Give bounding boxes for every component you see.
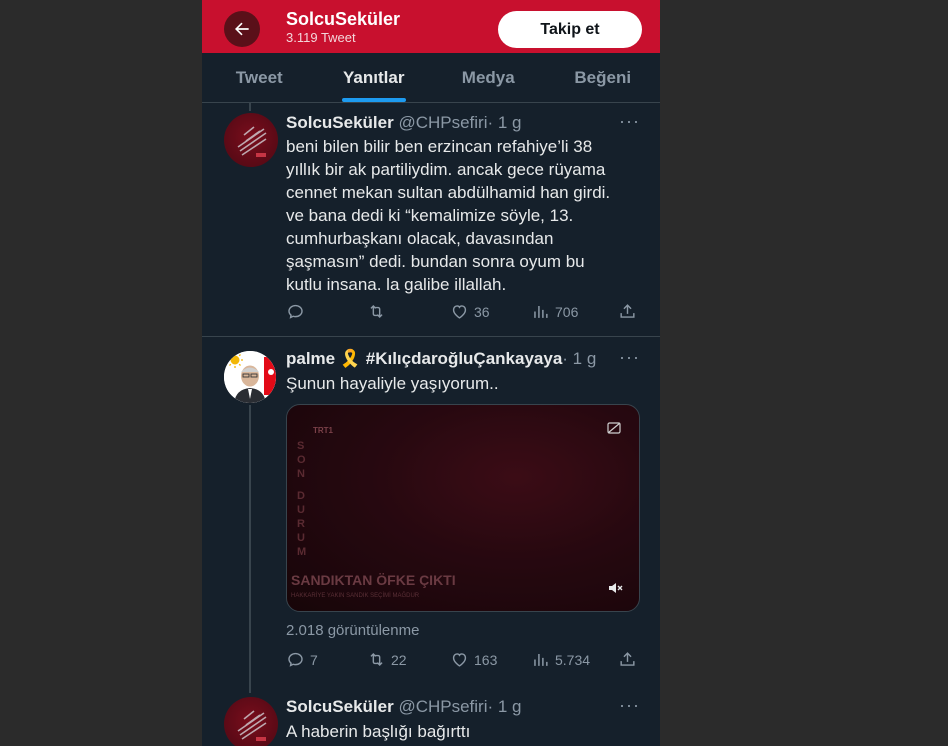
more-options-button[interactable]: ···	[619, 111, 640, 132]
speaker-muted-icon	[609, 583, 623, 593]
tab-media[interactable]: Medya	[431, 53, 546, 102]
retweet-button[interactable]	[367, 302, 391, 321]
reply-button[interactable]: 7	[286, 650, 318, 669]
thread-line	[249, 405, 251, 693]
retweet-count: 22	[391, 651, 407, 668]
profile-name: SolcuSeküler	[286, 9, 401, 29]
tweet-text-line: kutlu insana. la galibe illallah.	[286, 275, 507, 294]
more-options-button[interactable]: ···	[619, 695, 640, 716]
svg-text:R: R	[297, 518, 305, 530]
tab-tweets[interactable]: Tweet	[202, 53, 317, 102]
tweet-time[interactable]: · 1 g	[562, 349, 596, 368]
svg-text:U: U	[297, 532, 305, 544]
retweet-icon	[370, 652, 383, 667]
video-subcaption: HAKKARİYE YAKIN SANDIK SEÇİMİ MAĞDUR	[291, 592, 420, 599]
tweet-time[interactable]: · 1 g	[488, 697, 522, 716]
avatar[interactable]	[224, 351, 276, 403]
tweet-author-line: SolcuSeküler @CHPsefiri· 1 g	[286, 697, 522, 717]
like-count: 163	[474, 651, 498, 668]
tweet-text: Şunun hayaliyle yaşıyorum..	[286, 374, 499, 393]
tab-label: Tweet	[235, 67, 283, 87]
share-icon	[620, 652, 635, 666]
view-count-label: 2.018 görüntülenme	[286, 622, 420, 639]
more-options-button[interactable]: ···	[619, 347, 640, 368]
video-frame: TRT1 SON DUR UM SANDIKTAN ÖFKE ÇIKTI HAK…	[287, 405, 639, 611]
video-player[interactable]: TRT1 SON DUR UM SANDIKTAN ÖFKE ÇIKTI HAK…	[286, 404, 640, 612]
profile-header: SolcuSeküler 3.119 Tweet Takip et	[202, 0, 660, 53]
tweet-text-line: ve bana dedi ki “kemalimize söyle, 13.	[286, 206, 574, 225]
svg-text:M: M	[297, 546, 306, 558]
tweet-time[interactable]: · 1 g	[488, 113, 522, 132]
tab-label: Beğeni	[574, 67, 632, 87]
tweet-actions: 7 22 163 5.734	[286, 650, 638, 672]
views-button[interactable]: 706	[531, 302, 578, 321]
author-handle[interactable]: @CHPsefiri	[398, 697, 487, 716]
author-handle[interactable]: @CHPsefiri	[398, 113, 487, 132]
tweet-text-line: cennet mekan sultan abdülhamid han girdi…	[286, 183, 611, 202]
reply-icon	[288, 652, 303, 667]
tab-likes[interactable]: Beğeni	[546, 53, 661, 102]
tweet-actions: 36 706	[286, 302, 638, 324]
author-name[interactable]: SolcuSeküler	[286, 113, 394, 132]
reply-count: 7	[310, 651, 318, 668]
view-count: 706	[555, 303, 579, 320]
like-count: 36	[474, 303, 490, 320]
party-logo-icon	[237, 710, 267, 741]
like-button[interactable]: 163	[450, 650, 497, 669]
share-button[interactable]	[618, 302, 637, 321]
profile-tabs: Tweet Yanıtlar Medya Beğeni	[202, 53, 660, 103]
vertical-label: SON DUR UM	[297, 440, 306, 558]
divider	[202, 336, 660, 337]
back-button[interactable]	[224, 11, 260, 47]
svg-text:U: U	[297, 504, 305, 516]
party-logo-icon	[237, 126, 267, 157]
tweet-text-line: şaşmasın” dedi. bundan sonra oyum bu	[286, 252, 585, 271]
follow-button[interactable]: Takip et	[498, 11, 642, 48]
mute-button[interactable]	[607, 580, 623, 601]
avatar[interactable]	[224, 113, 278, 167]
heart-icon	[452, 305, 467, 319]
svg-text:D: D	[297, 490, 305, 502]
view-count: 5.734	[555, 651, 591, 668]
retweet-button[interactable]: 22	[367, 650, 407, 669]
heart-icon	[452, 653, 467, 667]
tweet-author-line: SolcuSeküler @CHPsefiri· 1 g	[286, 113, 522, 133]
author-name[interactable]: SolcuSeküler	[286, 697, 394, 716]
tweet-author-line: palme 🎗️ #KılıçdaroğluÇankayaya· 1 g	[286, 349, 596, 369]
views-button[interactable]: 5.734	[531, 650, 590, 669]
reply-button[interactable]	[286, 302, 310, 321]
thread-line	[249, 103, 251, 111]
profile-photo-icon	[224, 351, 276, 403]
captions-icon	[607, 422, 621, 434]
tweet-text-line: beni bilen bilir ben erzincan refahiye’l…	[286, 137, 593, 156]
svg-text:O: O	[297, 454, 306, 466]
reply-icon	[288, 304, 303, 319]
closed-captions-button[interactable]	[607, 421, 621, 440]
svg-text:S: S	[297, 440, 304, 452]
tweet-count: 3.119 Tweet	[286, 30, 356, 45]
share-button[interactable]	[618, 650, 637, 669]
twitter-profile-screen: SolcuSeküler 3.119 Tweet Takip et Tweet …	[202, 0, 660, 746]
author-name[interactable]: palme 🎗️ #KılıçdaroğluÇankayaya	[286, 349, 562, 368]
active-tab-indicator	[341, 98, 406, 102]
retweet-icon	[370, 304, 383, 319]
analytics-icon	[534, 653, 548, 666]
avatar[interactable]	[224, 697, 278, 746]
arrow-left-icon	[235, 22, 249, 36]
tab-replies[interactable]: Yanıtlar	[317, 53, 432, 102]
like-button[interactable]: 36	[450, 302, 490, 321]
video-caption: SANDIKTAN ÖFKE ÇIKTI	[291, 572, 456, 588]
tab-label: Yanıtlar	[343, 67, 405, 87]
tweet-text-line: yıllık bir ak partiliydim. ancak gece rü…	[286, 160, 606, 179]
tweet-text: beni bilen bilir ben erzincan refahiye’l…	[286, 135, 636, 296]
svg-text:N: N	[297, 468, 305, 480]
tweet-text-line: cumhurbaşkanı olacak, davasından	[286, 229, 554, 248]
tab-label: Medya	[461, 67, 515, 87]
tweet-text: A haberin başlığı bağırttı	[286, 722, 471, 741]
share-icon	[620, 304, 635, 318]
channel-logo: TRT1	[313, 426, 334, 435]
analytics-icon	[534, 305, 548, 318]
